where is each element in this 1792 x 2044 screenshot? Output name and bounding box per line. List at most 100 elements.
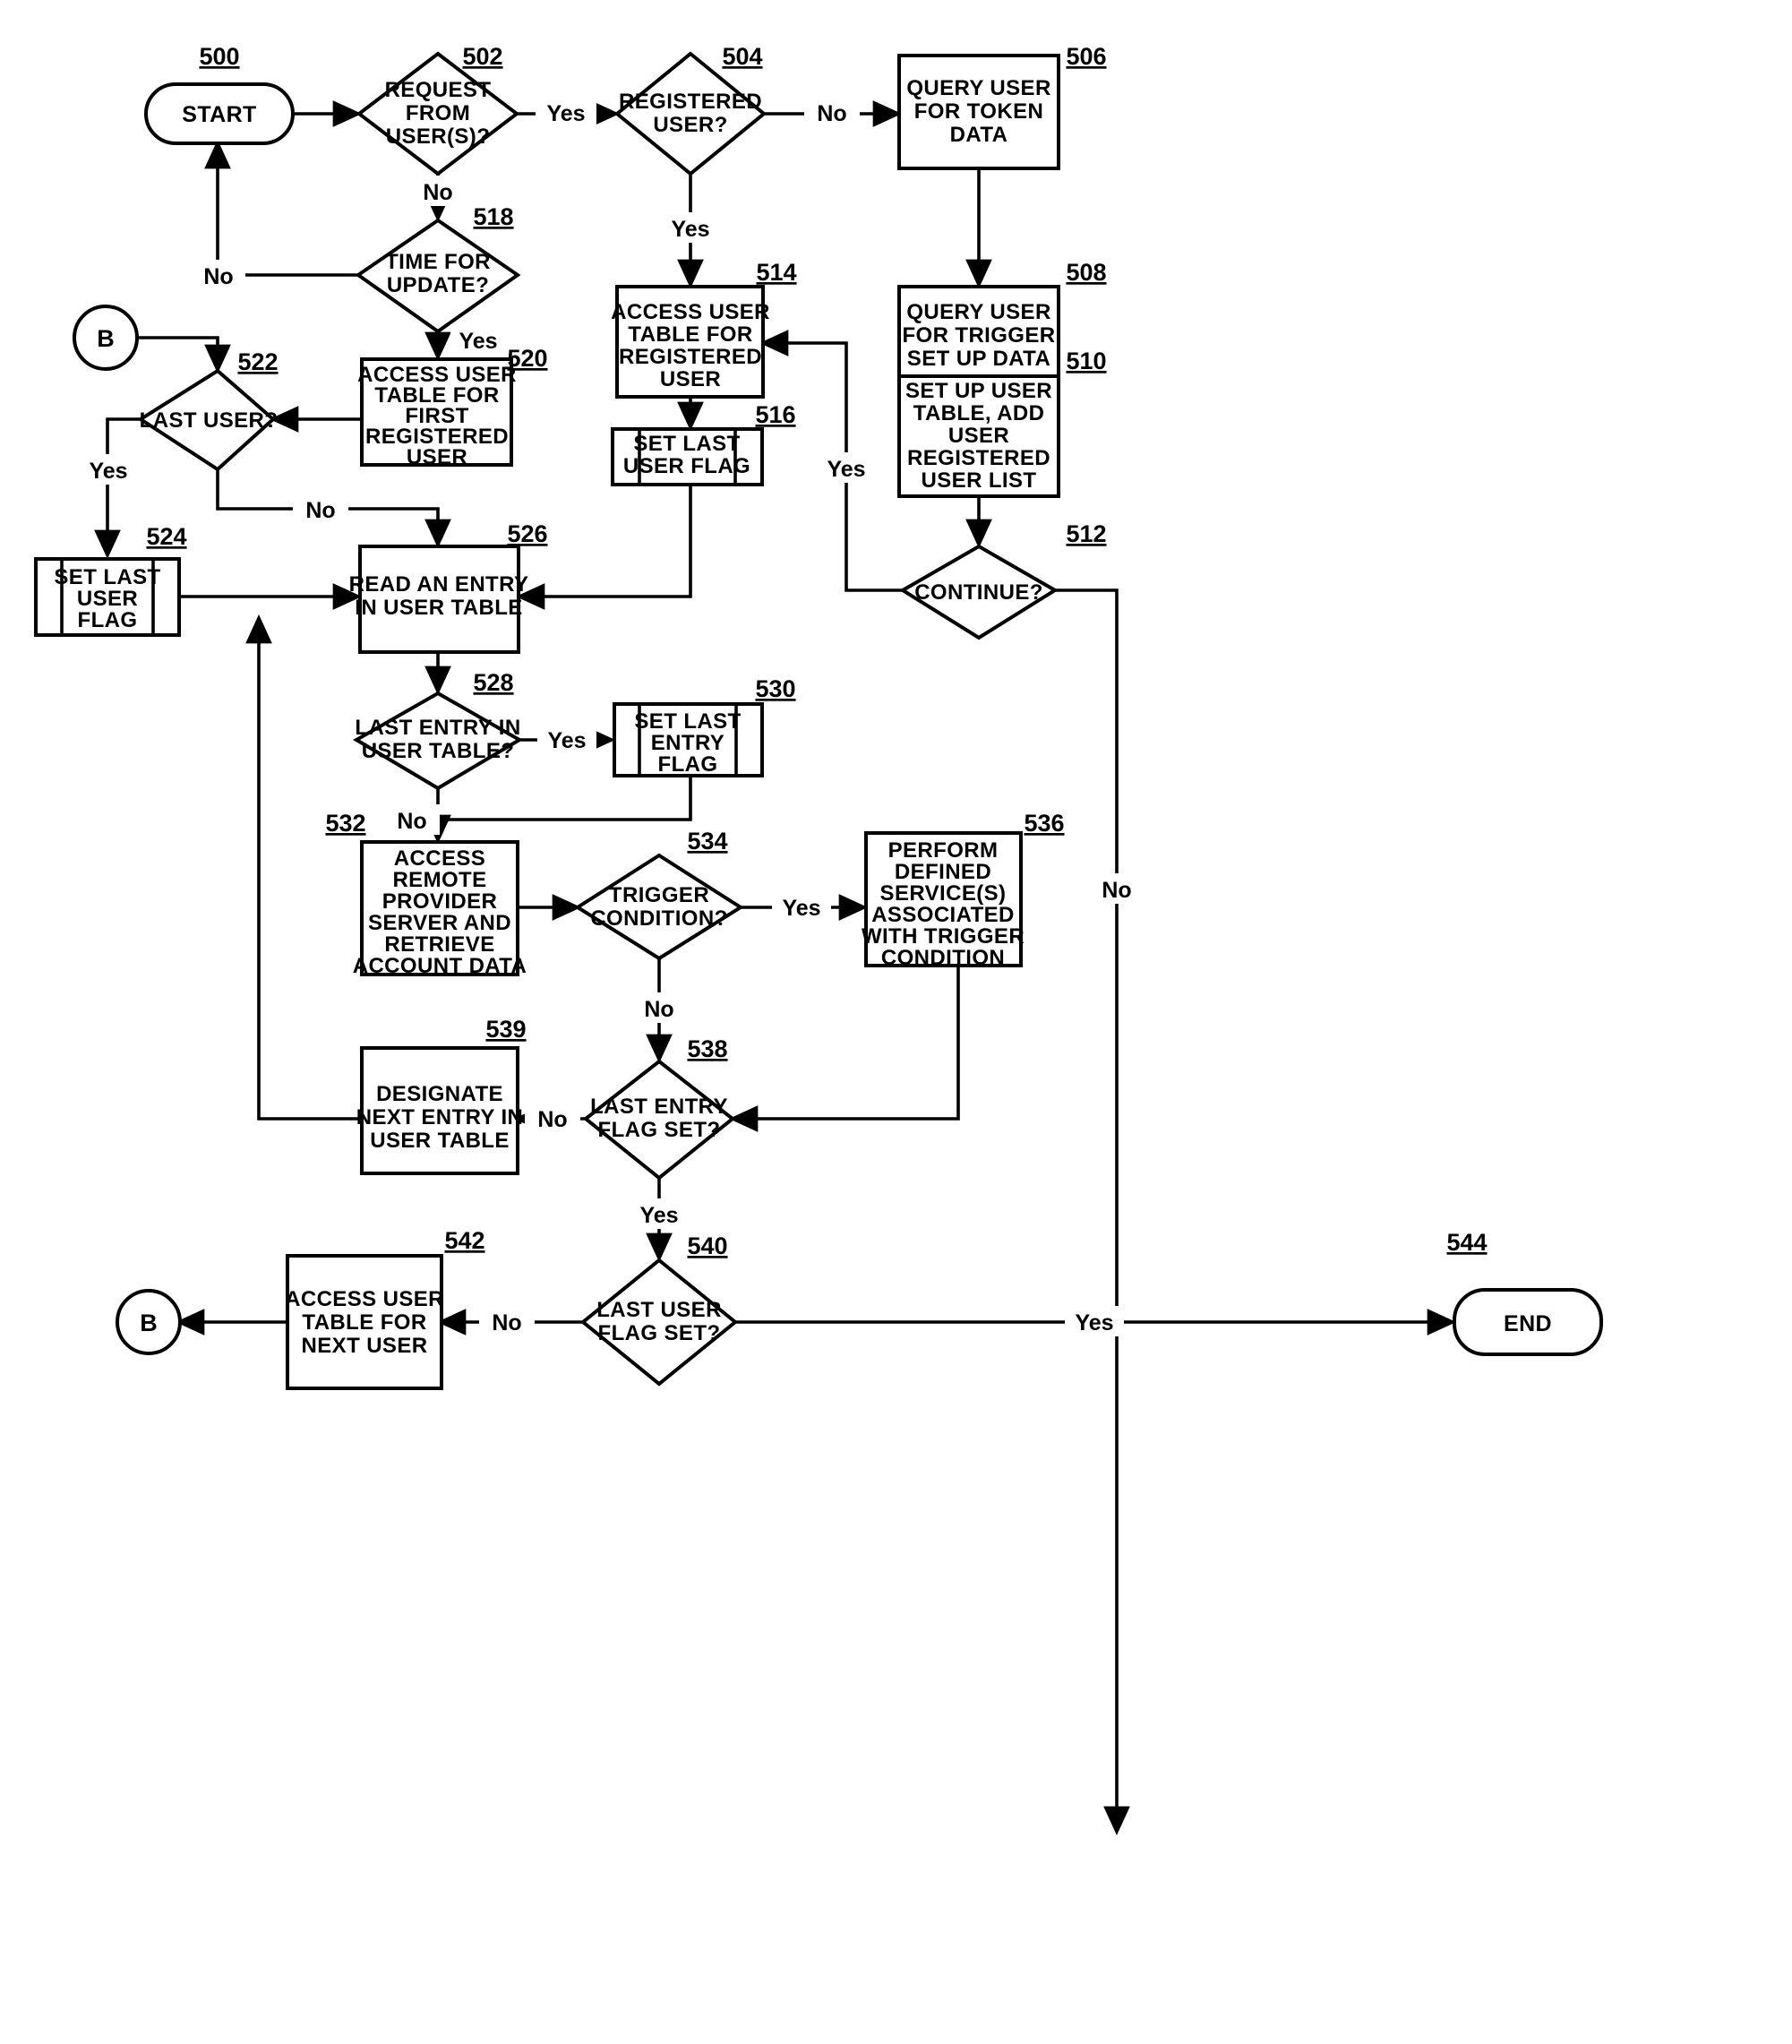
node-526-line2: IN USER TABLE xyxy=(355,596,522,620)
edge-label-518-no: No xyxy=(203,264,233,289)
node-528-line1: LAST ENTRY IN xyxy=(355,716,520,740)
node-set-last-user-flag-516: SET LAST USER FLAG 516 xyxy=(611,401,796,486)
node-538-line1: LAST ENTRY xyxy=(590,1095,728,1119)
node-538-line2: FLAG SET? xyxy=(598,1118,721,1142)
node-514-line4: USER xyxy=(660,367,721,391)
node-536-line1: PERFORM xyxy=(888,838,999,863)
node-514-line1: ACCESS USER xyxy=(611,300,770,324)
node-524-line3: FLAG xyxy=(78,608,138,632)
node-528-line2: USER TABLE? xyxy=(362,739,515,763)
node-request-from-users: REQUEST FROM USER(S)? 502 xyxy=(356,43,520,176)
node-536-line6: CONDITION xyxy=(881,946,1005,970)
node-539-line2: NEXT ENTRY IN xyxy=(356,1105,524,1129)
node-540-line1: LAST USER xyxy=(596,1298,722,1322)
edge-label-540-no: No xyxy=(492,1310,521,1335)
node-512-line1: CONTINUE? xyxy=(914,580,1043,605)
node-532-line2: REMOTE xyxy=(392,868,486,892)
node-510-line5: USER LIST xyxy=(922,468,1037,493)
node-start-label: START xyxy=(182,102,256,127)
node-532-line4: SERVER AND xyxy=(368,911,511,935)
edge-label-538-no: No xyxy=(537,1107,567,1132)
edge-label-502-no: No xyxy=(423,180,452,205)
node-534-line1: TRIGGER xyxy=(609,883,709,907)
ref-510: 510 xyxy=(1066,348,1106,374)
node-query-user-token-data: QUERY USER FOR TOKEN DATA 506 xyxy=(897,43,1107,170)
node-539-line1: DESIGNATE xyxy=(376,1082,503,1106)
node-532-line6: ACCOUNT DATA xyxy=(353,954,527,978)
node-508-line3: SET UP DATA xyxy=(907,347,1050,371)
ref-528: 528 xyxy=(473,669,513,696)
node-506-line1: QUERY USER xyxy=(906,76,1050,100)
node-access-user-table-first: ACCESS USER TABLE FOR FIRST REGISTERED U… xyxy=(357,345,547,469)
node-510-line2: TABLE, ADD xyxy=(913,401,1045,425)
node-access-user-table-registered: ACCESS USER TABLE FOR REGISTERED USER 51… xyxy=(611,259,797,399)
ref-500: 500 xyxy=(199,43,239,70)
node-530-line2: ENTRY xyxy=(651,731,725,755)
edge-label-522-no: No xyxy=(305,498,335,523)
node-perform-defined-services: PERFORM DEFINED SERVICE(S) ASSOCIATED WI… xyxy=(862,810,1065,970)
node-540-line2: FLAG SET? xyxy=(598,1321,721,1345)
node-502-line2: FROM xyxy=(406,101,470,125)
node-532-line3: PROVIDER xyxy=(382,889,498,914)
node-read-entry-in-user-table: READ AN ENTRY IN USER TABLE 526 xyxy=(349,520,548,654)
ref-518: 518 xyxy=(473,203,513,230)
node-502-line3: USER(S)? xyxy=(386,125,491,149)
edge-label-540-yes: Yes xyxy=(1075,1310,1113,1335)
ref-516: 516 xyxy=(755,401,795,428)
node-514-line3: REGISTERED xyxy=(619,345,762,369)
node-526-line1: READ AN ENTRY xyxy=(349,572,529,597)
ref-534: 534 xyxy=(687,828,727,855)
node-536-line5: WITH TRIGGER xyxy=(862,924,1025,949)
node-530-line3: FLAG xyxy=(658,752,718,777)
node-start: START 500 xyxy=(144,43,295,145)
node-534-line2: CONDITION? xyxy=(590,906,727,931)
node-end-label: END xyxy=(1504,1311,1552,1336)
patent-flowchart-figure: START 500 REQUEST FROM USER(S)? 502 REGI… xyxy=(0,0,1792,2044)
ref-544: 544 xyxy=(1446,1229,1487,1256)
node-542-line2: TABLE FOR xyxy=(302,1310,426,1335)
edge-label-502-yes: Yes xyxy=(546,101,585,126)
node-trigger-condition: TRIGGER CONDITION? 534 xyxy=(574,828,744,961)
ref-512: 512 xyxy=(1066,520,1106,547)
node-542-line3: NEXT USER xyxy=(302,1334,428,1358)
ref-504: 504 xyxy=(722,43,762,70)
node-502-line1: REQUEST xyxy=(385,78,492,102)
ref-524: 524 xyxy=(146,523,186,550)
node-536-line2: DEFINED xyxy=(895,860,991,884)
node-516-line1: SET LAST xyxy=(633,432,740,456)
node-506-line2: FOR TOKEN xyxy=(914,99,1044,124)
node-access-remote-provider-server: ACCESS REMOTE PROVIDER SERVER AND RETRIE… xyxy=(325,810,527,978)
ref-514: 514 xyxy=(756,259,796,286)
node-516-line2: USER FLAG xyxy=(623,454,750,478)
ref-532: 532 xyxy=(325,810,365,837)
ref-502: 502 xyxy=(462,43,502,70)
node-518-line2: UPDATE? xyxy=(387,273,489,297)
node-last-user: LAST USER? 522 xyxy=(137,348,279,472)
node-508-line2: FOR TRIGGER xyxy=(902,323,1055,348)
node-registered-user: REGISTERED USER? 504 xyxy=(613,43,767,176)
node-end: END 544 xyxy=(1446,1229,1603,1356)
node-536-line4: ASSOCIATED xyxy=(871,903,1015,927)
edge-label-512-yes: Yes xyxy=(827,457,865,482)
node-510-line3: USER xyxy=(948,424,1009,448)
ref-520: 520 xyxy=(507,345,547,372)
connector-lines xyxy=(94,100,1457,1836)
edge-label-522-yes: Yes xyxy=(89,459,127,484)
node-508-line1: QUERY USER xyxy=(906,300,1050,324)
edge-label-538-yes: Yes xyxy=(639,1203,678,1228)
node-518-line1: TIME FOR xyxy=(385,250,491,274)
node-532-line1: ACCESS xyxy=(394,846,485,871)
ref-538: 538 xyxy=(687,1035,727,1062)
node-set-last-user-flag-524: SET LAST USER FLAG 524 xyxy=(34,523,187,637)
node-510-line4: REGISTERED xyxy=(907,446,1050,470)
edge-label-528-yes: Yes xyxy=(547,728,586,753)
node-524-line1: SET LAST xyxy=(54,565,160,589)
ref-522: 522 xyxy=(237,348,278,375)
node-520-line5: USER xyxy=(407,445,467,469)
node-designate-next-entry: DESIGNATE NEXT ENTRY IN USER TABLE 539 xyxy=(356,1016,527,1175)
node-set-last-entry-flag: SET LAST ENTRY FLAG 530 xyxy=(613,675,796,777)
node-542-line1: ACCESS USER xyxy=(285,1287,444,1311)
node-539-line3: USER TABLE xyxy=(370,1129,510,1153)
node-522-line1: LAST USER? xyxy=(140,408,279,433)
node-510-line1: SET UP USER xyxy=(905,379,1052,403)
